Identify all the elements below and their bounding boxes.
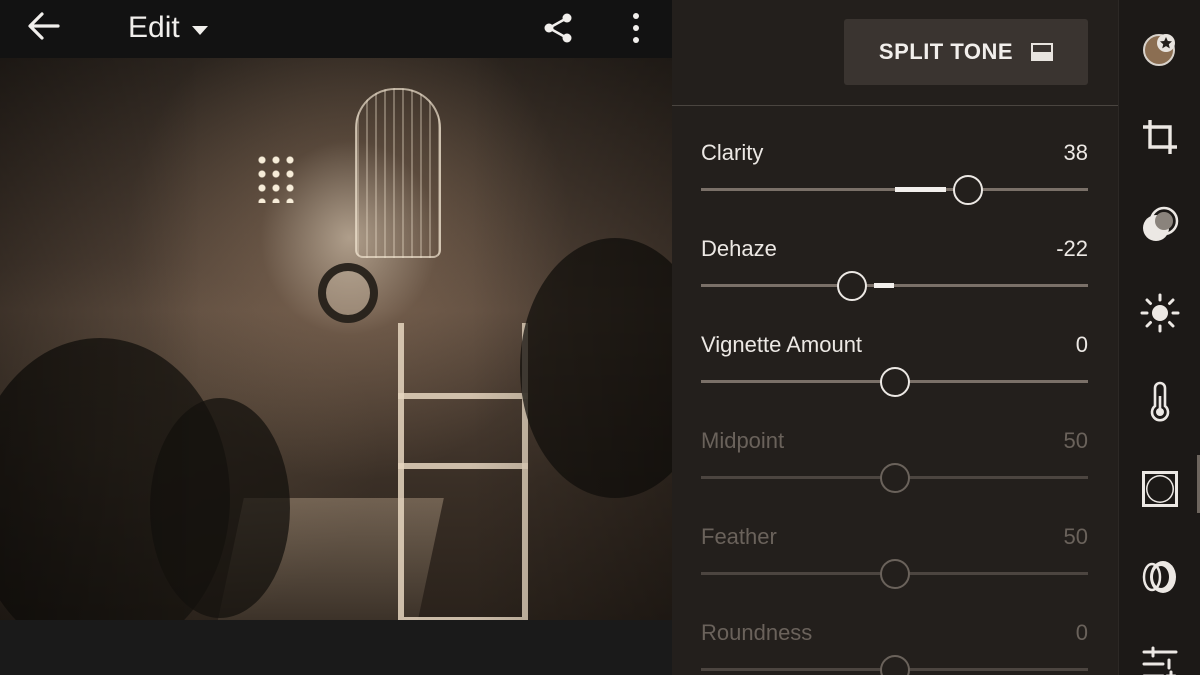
split-tone-button[interactable]: SPLIT TONE: [844, 19, 1088, 85]
slider-value: 50: [1063, 428, 1088, 453]
presets-icon[interactable]: [1139, 28, 1181, 70]
tool-rail: [1118, 0, 1200, 675]
temperature-icon[interactable]: [1139, 380, 1181, 422]
slider-vignette-amount[interactable]: Vignette Amount 0: [701, 332, 1088, 402]
more-vert-icon[interactable]: [622, 10, 650, 46]
slider-roundness[interactable]: Roundness 0: [701, 620, 1088, 675]
slider-value: -22: [1056, 236, 1088, 261]
panel-header: SPLIT TONE: [672, 0, 1118, 106]
slider-value: 0: [1075, 620, 1088, 645]
slider-label: Vignette Amount: [701, 332, 863, 357]
back-arrow-icon[interactable]: [24, 6, 64, 46]
chevron-down-icon: [191, 25, 208, 35]
effects-icon[interactable]: [1139, 468, 1181, 510]
slider-midpoint[interactable]: Midpoint 50: [701, 428, 1088, 498]
slider-value: 38: [1063, 140, 1088, 165]
slider-feather[interactable]: Feather 50: [701, 524, 1088, 594]
slider-label: Dehaze: [701, 236, 777, 261]
adjustments-icon[interactable]: [1139, 640, 1181, 675]
slider-thumb[interactable]: [879, 559, 910, 589]
photo-canvas[interactable]: [0, 58, 672, 620]
optics-icon[interactable]: [1139, 556, 1181, 598]
slider-value: 50: [1063, 524, 1088, 549]
photo-vignette: [0, 58, 672, 620]
photo-bottom-margin: [0, 620, 672, 675]
slider-thumb[interactable]: [879, 463, 910, 493]
slider-thumb[interactable]: [879, 367, 910, 397]
slider-dehaze[interactable]: Dehaze -22: [701, 236, 1088, 306]
slider-track[interactable]: [701, 284, 1088, 287]
slider-thumb[interactable]: [879, 655, 910, 675]
slider-fill: [894, 187, 947, 192]
slider-clarity[interactable]: Clarity 38: [701, 140, 1088, 210]
crop-icon[interactable]: [1139, 116, 1181, 158]
slider-label: Roundness: [701, 620, 813, 645]
top-bar: Edit: [0, 0, 672, 58]
slider-value: 0: [1075, 332, 1088, 357]
slider-thumb[interactable]: [836, 271, 867, 301]
selective-icon[interactable]: [1139, 204, 1181, 246]
slider-label: Clarity: [701, 140, 764, 165]
slider-label: Feather: [701, 524, 777, 549]
share-icon[interactable]: [540, 10, 576, 46]
split-tone-icon: [1031, 43, 1054, 61]
photo-pane: Edit: [0, 0, 672, 675]
slider-thumb[interactable]: [953, 175, 984, 205]
slider-fill: [873, 283, 895, 288]
edit-menu[interactable]: Edit: [128, 11, 208, 45]
adjustment-panel: SPLIT TONE Clarity 38 Dehaze -22 Vignett…: [672, 0, 1118, 675]
light-icon[interactable]: [1139, 292, 1181, 334]
slider-label: Midpoint: [701, 428, 785, 453]
page-title: Edit: [128, 11, 180, 44]
split-tone-label: SPLIT TONE: [878, 39, 1014, 64]
